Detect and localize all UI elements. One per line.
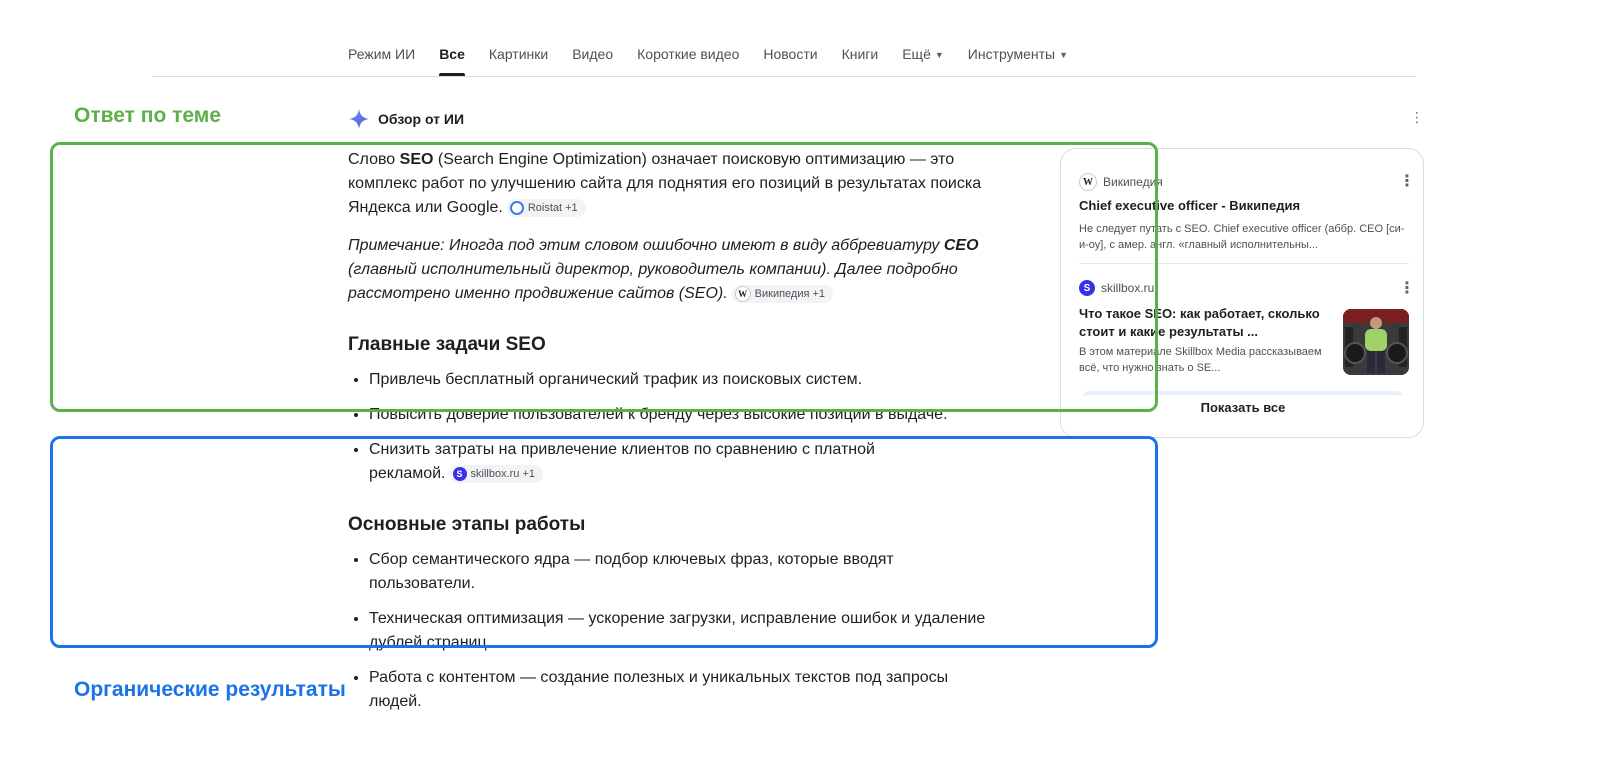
source-row-wikipedia[interactable]: W Википедия [1079,173,1163,191]
list-item: Техническая оптимизация — ускорение загр… [369,607,1009,655]
tab-books[interactable]: Книги [842,46,879,76]
roistat-icon [509,200,524,215]
tab-more[interactable]: Ещё ▼ [902,46,944,76]
citation-chip-wikipedia[interactable]: W Википедия +1 [731,284,834,303]
tabs-divider [152,76,1416,77]
source-card-snippet: Не следует путать с SEO. Chief executive… [1079,223,1405,251]
tab-short-video[interactable]: Короткие видео [637,46,739,76]
stages-list: Сбор семантического ядра — подбор ключев… [348,548,1008,714]
show-all-button[interactable]: Показать все [1083,391,1403,423]
tab-all[interactable]: Все [439,46,465,76]
list-item: Привлечь бесплатный органический трафик … [369,368,1008,392]
section-title-tasks: Главные задачи SEO [348,334,546,355]
source-card-snippet: В этом материале Skillbox Media рассказы… [1079,346,1322,374]
list-item: Повысить доверие пользователей к бренду … [369,403,1008,427]
ai-overview-header: Обзор от ИИ [348,108,464,130]
sources-panel: W Википедия ⋮ Chief executive officer - … [1060,148,1424,438]
citation-chip-roistat[interactable]: Roistat +1 [506,198,586,217]
citation-chip-skillbox[interactable]: Sskillbox.ru +1 [449,464,544,483]
list-item: Снизить затраты на привлечение клиентов … [369,438,909,486]
skillbox-icon: S [452,466,467,481]
gym-photo-image [1343,309,1409,375]
tasks-list: Привлечь бесплатный органический трафик … [348,368,1008,486]
source-card-title[interactable]: Что такое SEO: как работает, сколько сто… [1079,305,1329,341]
tab-tools[interactable]: Инструменты ▼ [968,46,1068,76]
ai-paragraph: Слово SEO (Search Engine Optimization) о… [348,151,982,217]
list-item: Сбор семантического ядра — подбор ключев… [369,548,929,596]
article-thumbnail[interactable] [1343,309,1409,375]
annotation-organic-label: Органические результаты [74,678,346,701]
skillbox-icon: S [1079,280,1095,296]
caret-down-icon: ▼ [1059,50,1069,61]
section-title-stages: Основные этапы работы [348,514,586,535]
tab-ai-mode[interactable]: Режим ИИ [348,46,415,76]
ai-note: Примечание: Иногда под этим словом ошибо… [348,237,979,303]
ai-overview-content: Слово SEO (Search Engine Optimization) о… [348,148,1008,725]
tab-images[interactable]: Картинки [489,46,548,76]
source-row-skillbox[interactable]: S skillbox.ru [1079,280,1154,296]
more-options-icon[interactable]: ⋮ [1410,110,1424,124]
ai-overview-title: Обзор от ИИ [378,111,465,127]
wikipedia-icon: W [734,285,751,302]
source-card-title[interactable]: Chief executive officer - Википедия [1079,197,1399,215]
tab-news[interactable]: Новости [763,46,817,76]
caret-down-icon: ▼ [934,50,944,61]
search-tabs: Режим ИИ Все Картинки Видео Короткие вид… [348,46,1092,76]
wikipedia-icon: W [1079,173,1097,191]
tab-video[interactable]: Видео [572,46,613,76]
gemini-sparkle-icon [348,108,370,130]
more-options-icon[interactable]: ⋮ [1399,281,1415,297]
annotation-topic-label: Ответ по теме [74,104,222,127]
more-options-icon[interactable]: ⋮ [1399,174,1415,190]
list-item: Работа с контентом — создание полезных и… [369,666,969,714]
card-divider [1079,263,1409,264]
